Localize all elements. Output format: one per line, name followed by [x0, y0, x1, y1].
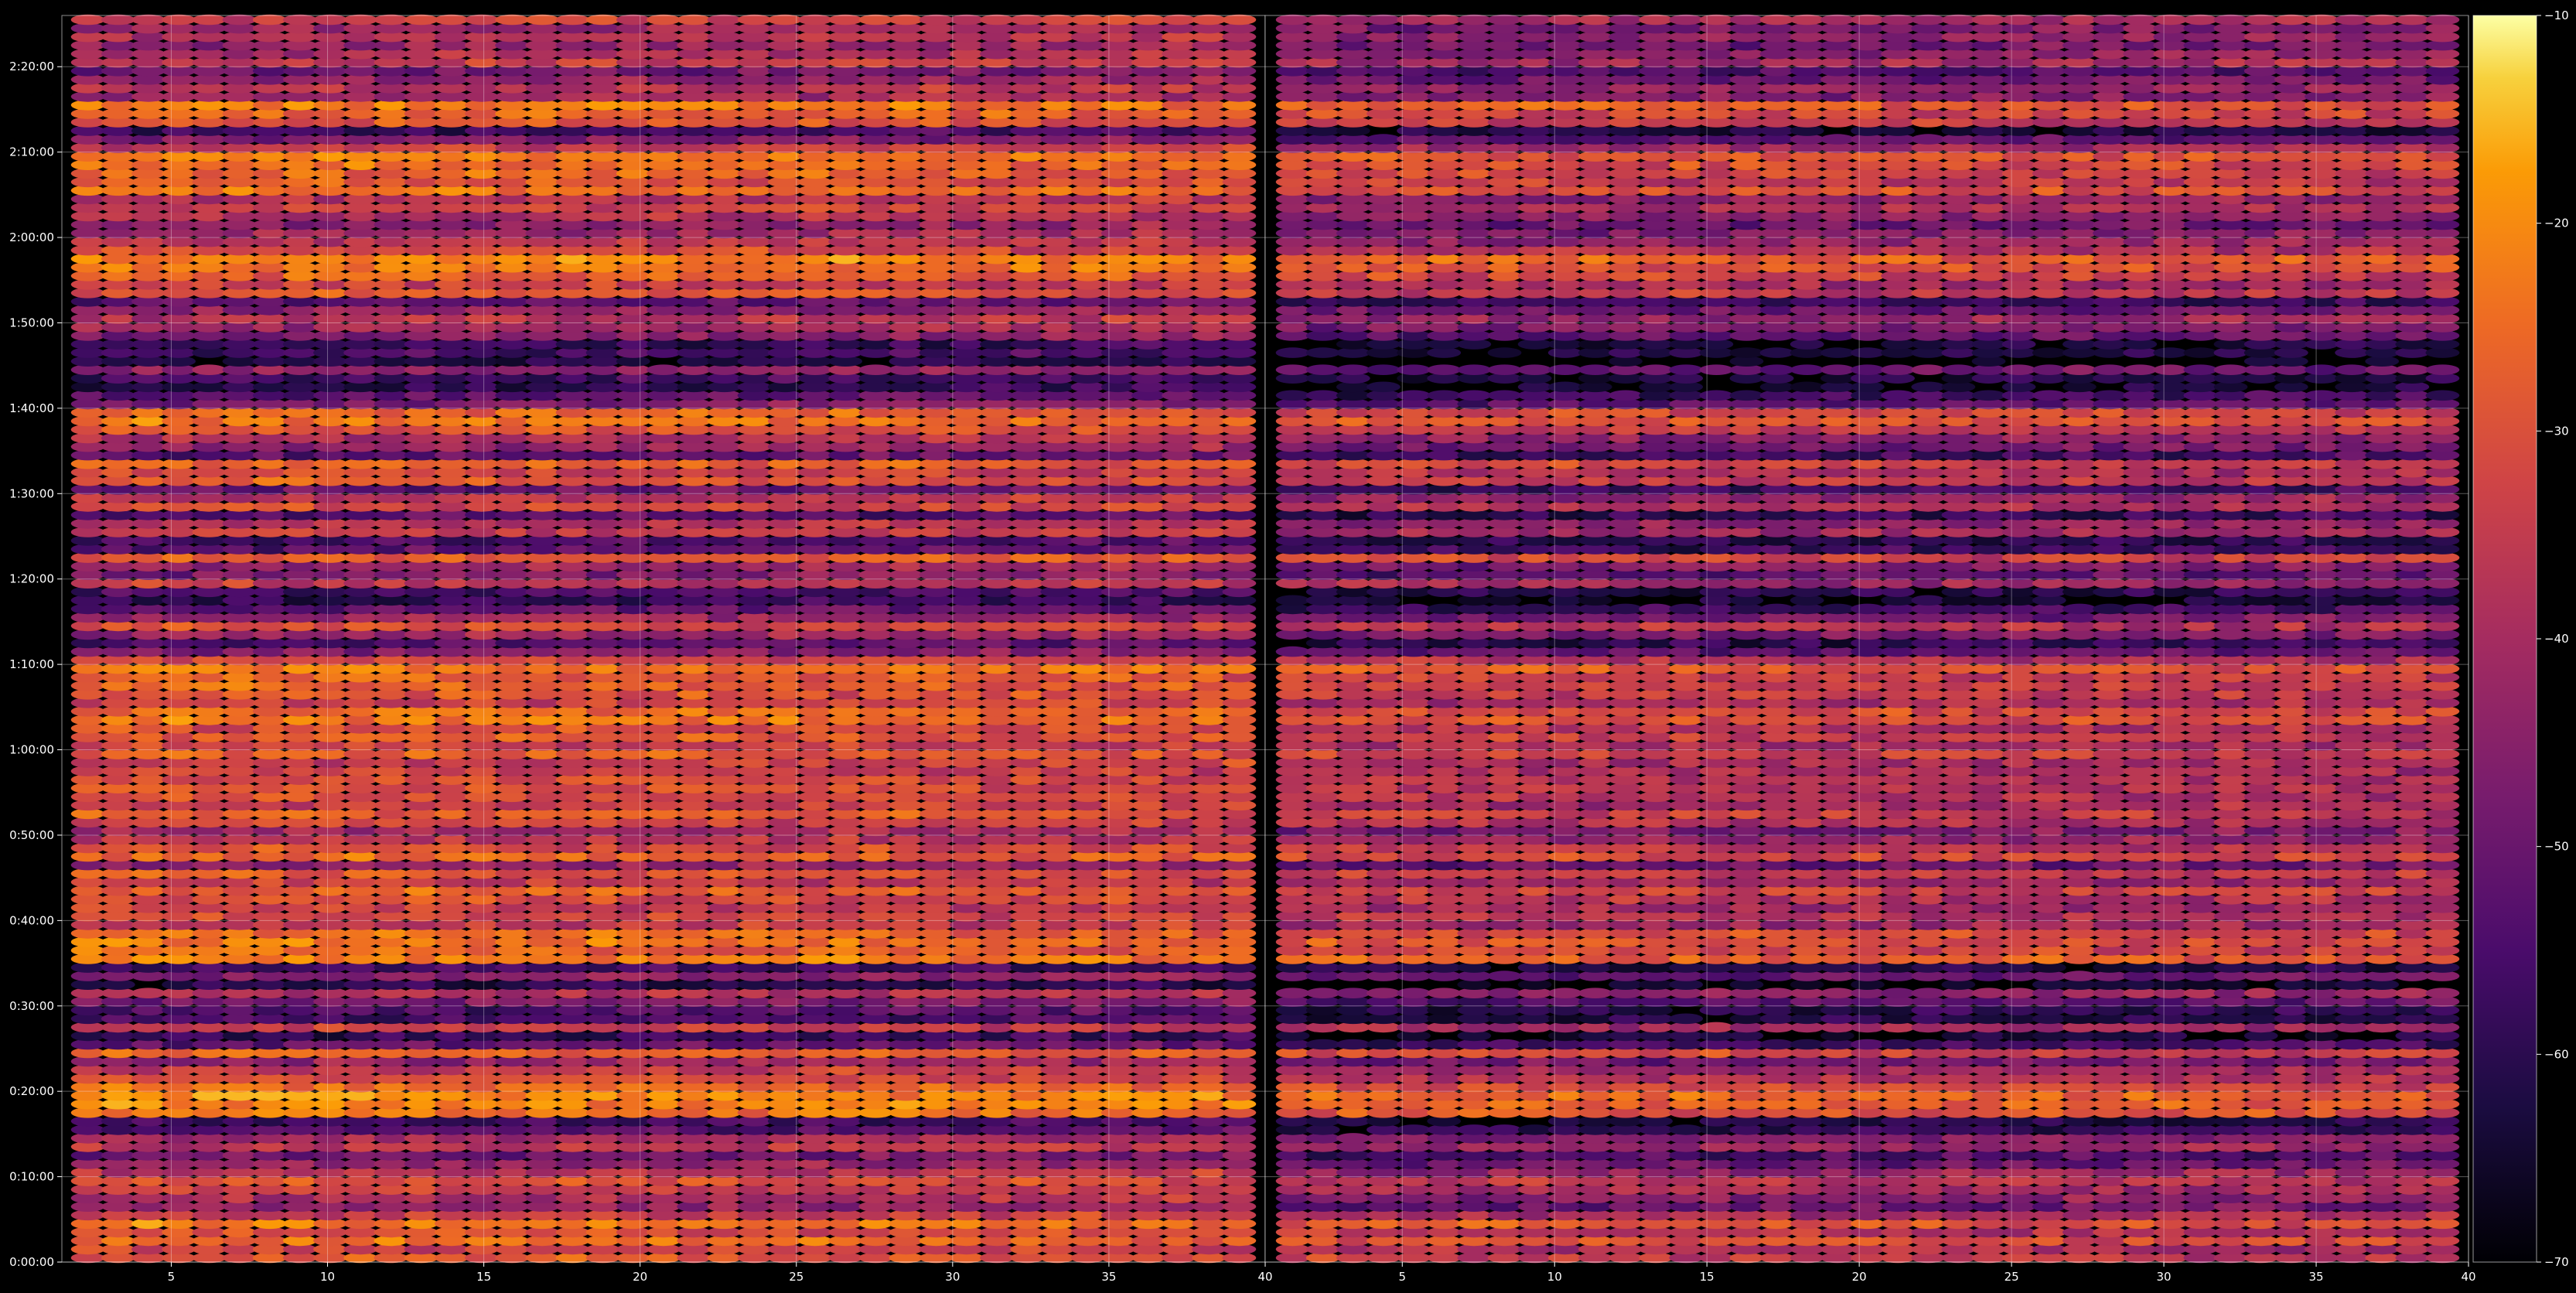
heatmap-cell: [131, 988, 165, 998]
heatmap-cell: [647, 364, 681, 376]
heatmap-chart: 0:00:000:10:000:20:000:30:000:40:000:50:…: [9, 9, 2568, 1284]
panel-left-cells: [70, 14, 1257, 1264]
heatmap-cell: [192, 364, 227, 376]
panel-left: 0:00:000:10:000:20:000:30:000:40:000:50:…: [9, 14, 1273, 1284]
heatmap-cell: [858, 364, 893, 376]
